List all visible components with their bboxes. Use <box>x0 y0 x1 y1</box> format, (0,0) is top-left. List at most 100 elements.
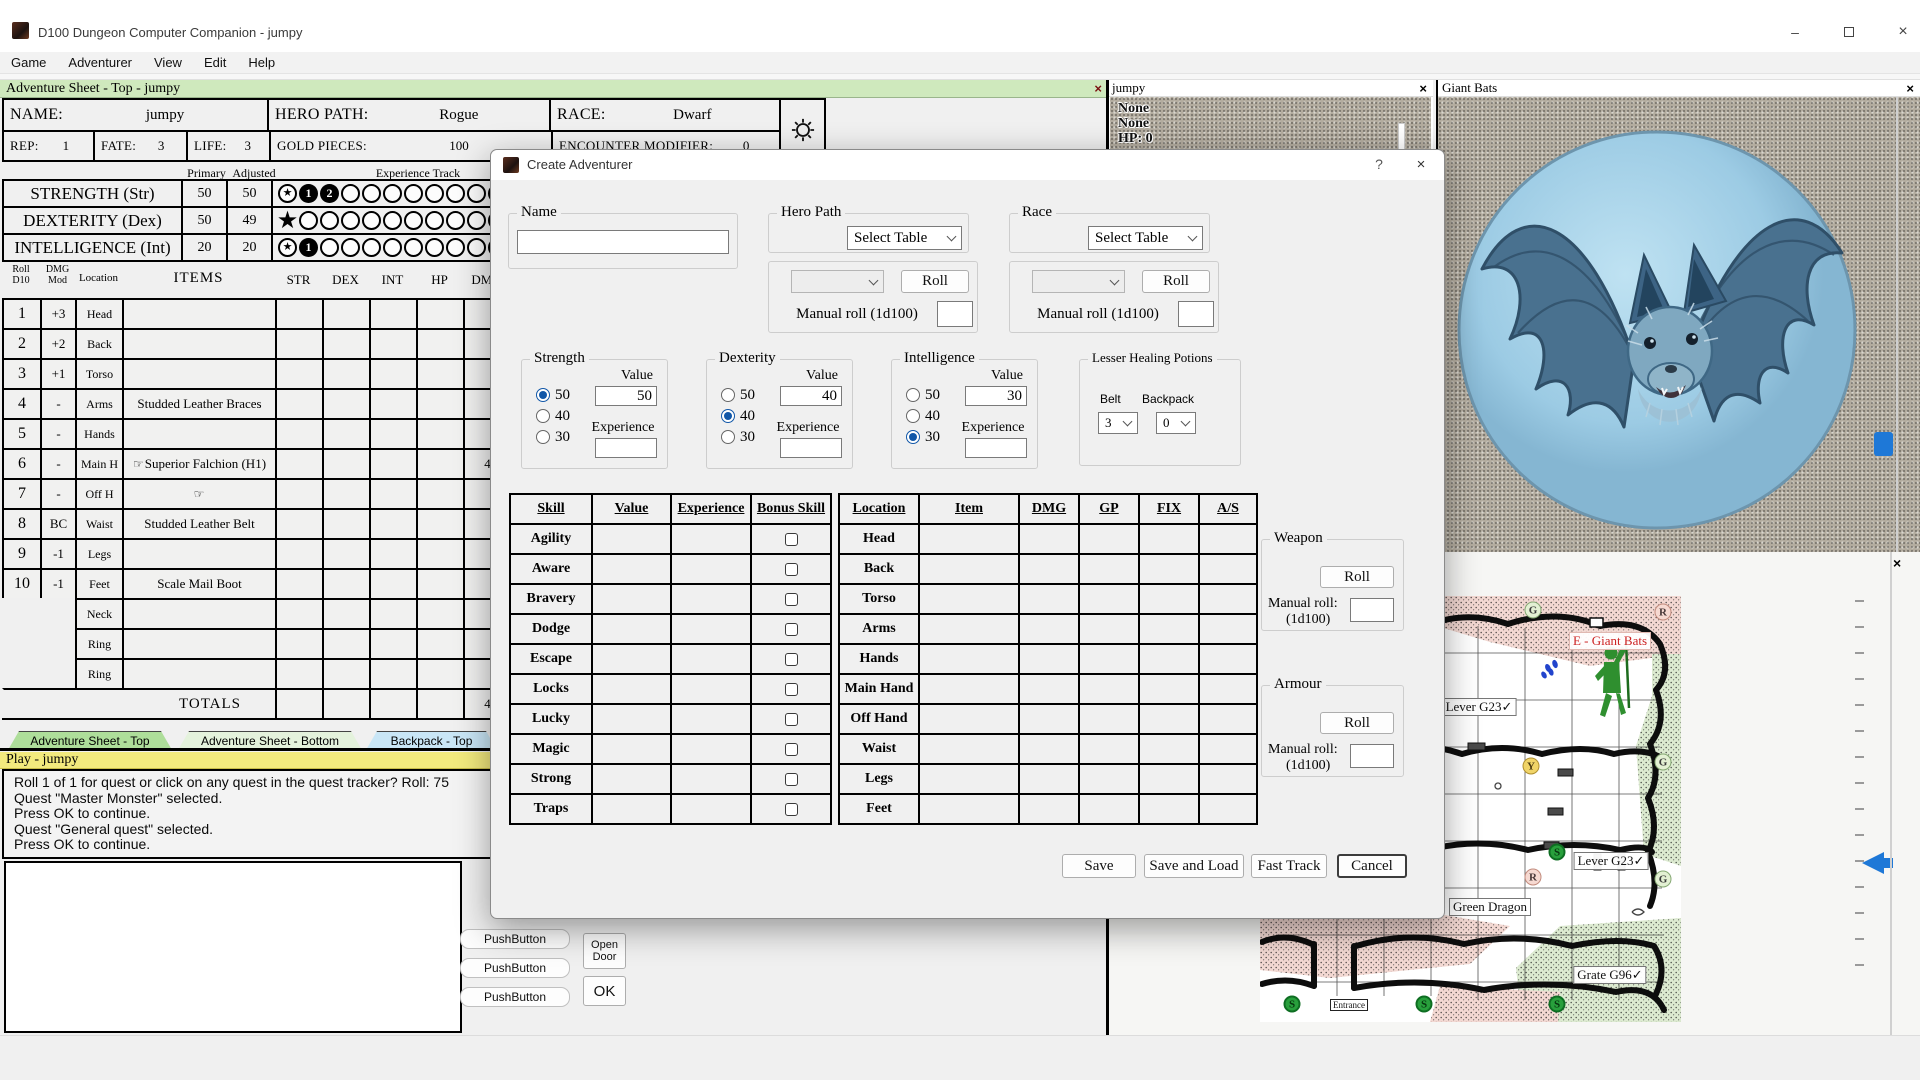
skill-experience-bravery[interactable] <box>670 583 750 613</box>
item-slot-back[interactable] <box>122 328 275 358</box>
map-marker-y[interactable]: Y <box>1523 758 1540 775</box>
belt-select[interactable]: 3 <box>1098 412 1138 434</box>
track-number[interactable]: 2 <box>320 184 339 203</box>
track-circle[interactable] <box>425 238 444 257</box>
bonus-skill-checkbox-agility[interactable] <box>785 533 798 546</box>
item-stat-cell[interactable] <box>416 568 463 598</box>
close-icon[interactable]: × <box>1886 20 1920 44</box>
skill-value-escape[interactable] <box>591 643 670 673</box>
menu-adventurer[interactable]: Adventurer <box>57 55 143 70</box>
track-circle[interactable] <box>425 184 444 203</box>
monster-titlebar[interactable]: jumpy <box>1108 80 1433 97</box>
weapon-roll-button[interactable]: Roll <box>1320 566 1394 588</box>
skill-value-traps[interactable] <box>591 793 670 823</box>
giant-bats-titlebar[interactable]: Giant Bats <box>1438 80 1920 97</box>
skill-experience-locks[interactable] <box>670 673 750 703</box>
skill-experience-dodge[interactable] <box>670 613 750 643</box>
item-stat-cell[interactable] <box>369 298 416 328</box>
radio-intelligence-30[interactable]: 30 <box>906 428 940 446</box>
item-stat-cell[interactable] <box>275 568 322 598</box>
track-circle[interactable] <box>467 238 486 257</box>
gear-icon[interactable] <box>791 118 815 142</box>
backpack-select[interactable]: 0 <box>1156 412 1196 434</box>
location-cell-back[interactable] <box>918 553 1018 583</box>
item-slot-feet[interactable]: Scale Mail Boot <box>122 568 275 598</box>
location-cell-hands[interactable] <box>918 643 1018 673</box>
bonus-skill-checkbox-traps[interactable] <box>785 803 798 816</box>
location-cell-waist[interactable] <box>1018 733 1078 763</box>
skill-value-dodge[interactable] <box>591 613 670 643</box>
location-cell-off-hand[interactable] <box>1018 703 1078 733</box>
push-button-1[interactable]: PushButton <box>460 929 570 949</box>
track-circle[interactable] <box>320 238 339 257</box>
track-burst-icon[interactable]: ★ <box>278 211 297 230</box>
giant-bats-close-icon[interactable]: × <box>1906 81 1914 96</box>
location-cell-head[interactable] <box>1198 523 1256 553</box>
maximize-icon[interactable] <box>1832 20 1866 44</box>
bonus-skill-checkbox-magic[interactable] <box>785 743 798 756</box>
item-stat-cell[interactable] <box>416 328 463 358</box>
location-cell-back[interactable] <box>1018 553 1078 583</box>
track-circle[interactable] <box>341 238 360 257</box>
map-marker-g[interactable]: G <box>1655 754 1672 771</box>
track-circle[interactable] <box>341 211 360 230</box>
item-stat-cell[interactable] <box>275 478 322 508</box>
location-cell-waist[interactable] <box>1138 733 1198 763</box>
item-slot-hands[interactable] <box>122 418 275 448</box>
push-button-2[interactable]: PushButton <box>460 958 570 978</box>
item-stat-cell[interactable] <box>416 508 463 538</box>
track-circle[interactable] <box>467 211 486 230</box>
item-stat-cell[interactable] <box>416 538 463 568</box>
skill-experience-traps[interactable] <box>670 793 750 823</box>
track-circle[interactable] <box>362 184 381 203</box>
attribute-experience-dexterity[interactable] <box>780 438 842 458</box>
location-cell-hands[interactable] <box>1138 643 1198 673</box>
item-slot-main-h[interactable]: ☞Superior Falchion (H1) <box>122 448 275 478</box>
name-input[interactable] <box>517 230 729 254</box>
track-circle[interactable] <box>404 184 423 203</box>
item-stat-cell[interactable] <box>275 298 322 328</box>
track-circle[interactable] <box>320 211 339 230</box>
item-stat-cell[interactable] <box>369 448 416 478</box>
location-cell-off-hand[interactable] <box>1078 703 1138 733</box>
radio-intelligence-40[interactable]: 40 <box>906 407 940 425</box>
item-stat-cell[interactable] <box>322 388 369 418</box>
location-cell-head[interactable] <box>918 523 1018 553</box>
item-stat-cell[interactable] <box>416 298 463 328</box>
location-cell-head[interactable] <box>1078 523 1138 553</box>
item-slot-legs[interactable] <box>122 538 275 568</box>
bonus-skill-checkbox-strong[interactable] <box>785 773 798 786</box>
item-stat-cell[interactable] <box>322 478 369 508</box>
item-stat-cell[interactable] <box>275 628 322 658</box>
sheet-close-icon[interactable]: × <box>1094 81 1102 96</box>
track-circle[interactable] <box>383 184 402 203</box>
item-stat-cell[interactable] <box>416 478 463 508</box>
location-cell-legs[interactable] <box>1198 763 1256 793</box>
track-number[interactable]: 1 <box>299 238 318 257</box>
track-circle[interactable] <box>425 211 444 230</box>
item-slot-waist[interactable]: Studded Leather Belt <box>122 508 275 538</box>
location-cell-arms[interactable] <box>1138 613 1198 643</box>
item-stat-cell[interactable] <box>416 358 463 388</box>
radio-dexterity-40[interactable]: 40 <box>721 407 755 425</box>
help-icon[interactable]: ? <box>1367 156 1391 172</box>
minimize-icon[interactable]: – <box>1778 20 1812 44</box>
location-cell-feet[interactable] <box>918 793 1018 823</box>
item-stat-cell[interactable] <box>369 388 416 418</box>
race-select[interactable]: Select Table <box>1088 226 1203 250</box>
save-and-load-button[interactable]: Save and Load <box>1144 854 1244 878</box>
item-stat-cell[interactable] <box>369 328 416 358</box>
item-stat-cell[interactable] <box>275 508 322 538</box>
bonus-skill-checkbox-dodge[interactable] <box>785 623 798 636</box>
menu-help[interactable]: Help <box>237 55 286 70</box>
location-cell-arms[interactable] <box>918 613 1018 643</box>
location-cell-main-hand[interactable] <box>1078 673 1138 703</box>
item-stat-cell[interactable] <box>322 328 369 358</box>
attribute-value-dexterity[interactable]: 40 <box>780 386 842 406</box>
item-stat-cell[interactable] <box>369 568 416 598</box>
map-label-lever-g23[interactable]: Lever G23✓ <box>1574 852 1649 870</box>
item-stat-cell[interactable] <box>275 598 322 628</box>
location-cell-torso[interactable] <box>1138 583 1198 613</box>
map-scroll-track[interactable] <box>1890 552 1892 1035</box>
track-star-icon[interactable]: ★ <box>278 238 297 257</box>
